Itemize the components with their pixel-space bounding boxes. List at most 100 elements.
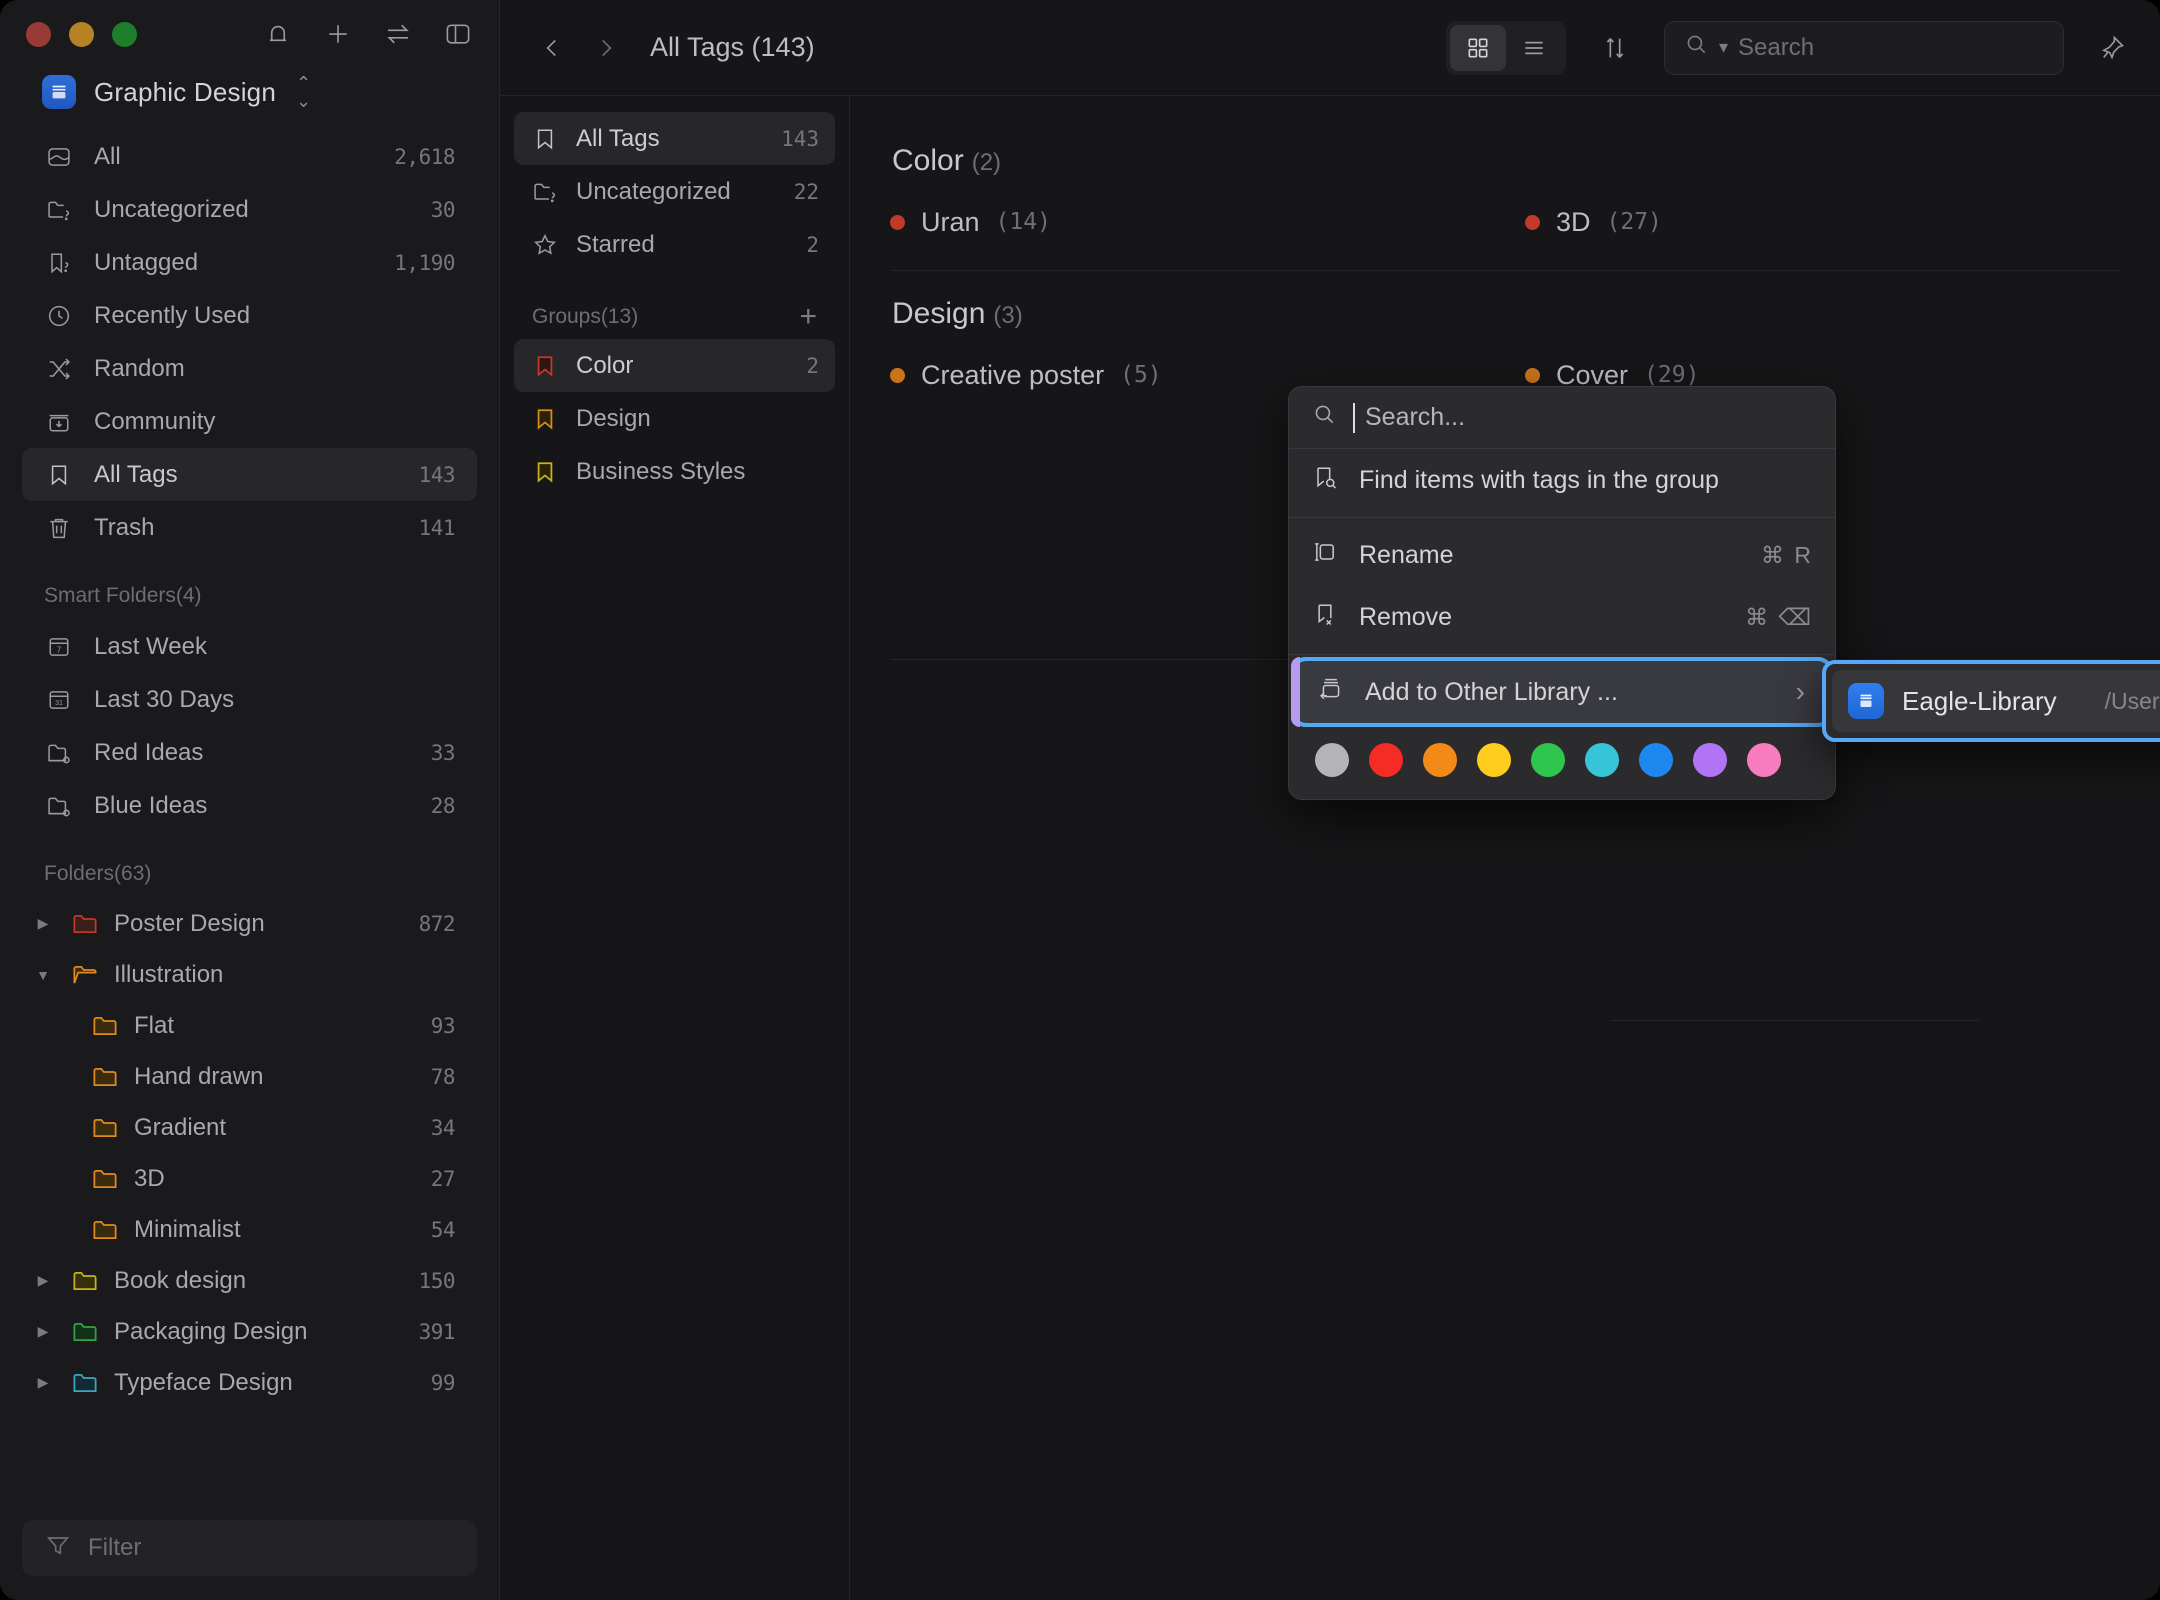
submenu-item-name: Eagle-Library <box>1902 685 2057 716</box>
tag-panel-item-uncategorized[interactable]: Uncategorized 22 <box>514 165 835 218</box>
tag-group-design[interactable]: Design <box>514 392 835 445</box>
main-area: All Tags (143) ▾ Search All Tags 143 Unc… <box>500 0 2160 1600</box>
color-swatch-green[interactable] <box>1531 743 1565 777</box>
sidebar-item-all-tags[interactable]: All Tags 143 <box>22 448 477 501</box>
tag-icon <box>44 460 74 490</box>
context-menu-item-label: Rename <box>1359 540 1454 569</box>
tag-group-color[interactable]: Color 2 <box>514 339 835 392</box>
sidebar-item-count: 143 <box>418 462 456 487</box>
folder-poster-design[interactable]: ▶ Poster Design 872 <box>22 898 477 949</box>
folder-illustration[interactable]: ▼ Illustration <box>22 949 477 1000</box>
community-icon <box>44 407 74 437</box>
folder-icon <box>70 909 100 939</box>
color-swatch-red[interactable] <box>1369 743 1403 777</box>
context-menu-item-find-items[interactable]: Find items with tags in the group <box>1289 449 1835 511</box>
folder-typeface-design[interactable]: ▶ Typeface Design 99 <box>22 1357 477 1408</box>
color-swatch-teal[interactable] <box>1585 743 1619 777</box>
sync-icon[interactable] <box>383 19 413 49</box>
pin-icon[interactable] <box>2090 26 2134 70</box>
zoom-button[interactable] <box>112 21 137 47</box>
folder-icon <box>70 1317 100 1347</box>
folder-3d[interactable]: 3D 27 <box>22 1153 477 1204</box>
sidebar-item-community[interactable]: Community <box>22 395 477 448</box>
disclosure-triangle-icon[interactable]: ▶ <box>30 915 56 932</box>
tag-chip[interactable]: Uran (14) <box>890 200 1485 244</box>
folder-count: 391 <box>418 1319 456 1344</box>
folder-count: 78 <box>430 1064 456 1089</box>
sidebar-item-trash[interactable]: Trash 141 <box>22 501 477 554</box>
remove-tag-icon <box>1311 600 1339 635</box>
search-input[interactable]: ▾ Search <box>1664 20 2064 75</box>
context-menu-search-input[interactable]: Search... <box>1289 387 1835 449</box>
context-menu-item-rename[interactable]: Rename ⌘ R <box>1289 524 1835 586</box>
rename-icon <box>1311 538 1339 573</box>
sidebar-item-all[interactable]: All 2,618 <box>22 130 477 183</box>
context-menu-item-label: Remove <box>1359 602 1453 631</box>
folder-icon <box>90 1215 120 1245</box>
submenu-item-eagle-library[interactable]: Eagle-Library /Users/cndesign/Pictures <box>1832 670 2160 732</box>
forward-button[interactable] <box>584 26 628 70</box>
minimize-button[interactable] <box>69 21 94 47</box>
search-icon <box>1311 401 1337 434</box>
smart-folder-last-30-days[interactable]: 31 Last 30 Days <box>22 673 477 726</box>
context-menu-item-add-to-other-library[interactable]: Add to Other Library ... › <box>1291 657 1833 727</box>
sidebar-item-recently-used[interactable]: Recently Used <box>22 289 477 342</box>
sidebar-item-count: 2,618 <box>394 144 455 169</box>
color-swatch-blue[interactable] <box>1639 743 1673 777</box>
sidebar-item-label: Recently Used <box>94 301 251 329</box>
list-view-icon[interactable] <box>1506 25 1562 71</box>
text-caret <box>1353 402 1355 433</box>
bell-icon[interactable] <box>263 19 293 49</box>
library-switcher[interactable]: Graphic Design ⌃ ⌄ <box>0 68 499 130</box>
color-swatch-yellow[interactable] <box>1477 743 1511 777</box>
close-button[interactable] <box>26 21 51 47</box>
panel-toggle-icon[interactable] <box>443 19 473 49</box>
back-button[interactable] <box>530 26 574 70</box>
sidebar-item-label: All Tags <box>94 460 178 488</box>
folder-minimalist[interactable]: Minimalist 54 <box>22 1204 477 1255</box>
sidebar-item-uncategorized[interactable]: Uncategorized 30 <box>22 183 477 236</box>
library-add-icon <box>1317 675 1345 710</box>
plus-icon[interactable] <box>323 19 353 49</box>
sidebar-item-label: Random <box>94 354 185 382</box>
color-swatch-orange[interactable] <box>1423 743 1457 777</box>
menu-divider <box>1289 654 1835 655</box>
chevron-down-icon[interactable]: ▾ <box>1719 37 1728 58</box>
folder-packaging-design[interactable]: ▶ Packaging Design 391 <box>22 1306 477 1357</box>
smart-folder-red-ideas[interactable]: Red Ideas 33 <box>22 726 477 779</box>
folder-hand-drawn[interactable]: Hand drawn 78 <box>22 1051 477 1102</box>
calendar-31-icon: 31 <box>44 685 74 715</box>
folder-book-design[interactable]: ▶ Book design 150 <box>22 1255 477 1306</box>
plus-icon[interactable]: + <box>799 302 817 332</box>
disclosure-triangle-icon[interactable]: ▶ <box>30 1374 56 1391</box>
sidebar-item-random[interactable]: Random <box>22 342 477 395</box>
disclosure-triangle-icon[interactable]: ▶ <box>30 1323 56 1340</box>
smart-folder-icon <box>44 791 74 821</box>
tag-panel-item-starred[interactable]: Starred 2 <box>514 218 835 271</box>
color-swatch-gray[interactable] <box>1315 743 1349 777</box>
sidebar-item-count: 1,190 <box>394 250 455 275</box>
filter-input[interactable]: Filter <box>22 1520 477 1576</box>
tag-group-business-styles[interactable]: Business Styles <box>514 445 835 498</box>
context-menu-item-remove[interactable]: Remove ⌘ ⌫ <box>1289 586 1835 648</box>
folder-gradient[interactable]: Gradient 34 <box>22 1102 477 1153</box>
color-swatch-pink[interactable] <box>1747 743 1781 777</box>
tag-color-dot <box>890 367 905 383</box>
titlebar-actions <box>263 19 473 49</box>
shuffle-icon <box>44 354 74 384</box>
tag-chip[interactable]: 3D (27) <box>1525 200 2120 244</box>
library-icon <box>1848 683 1884 719</box>
chevron-updown-icon[interactable]: ⌃ ⌄ <box>296 74 311 110</box>
tag-panel-item-all-tags[interactable]: All Tags 143 <box>514 112 835 165</box>
disclosure-triangle-icon[interactable]: ▼ <box>30 967 56 983</box>
sidebar-item-untagged[interactable]: Untagged 1,190 <box>22 236 477 289</box>
sort-icon[interactable] <box>1592 25 1638 71</box>
smart-folder-last-week[interactable]: 7 Last Week <box>22 620 477 673</box>
color-swatch-purple[interactable] <box>1693 743 1727 777</box>
smart-folder-count: 33 <box>430 740 456 765</box>
grid-view-icon[interactable] <box>1450 24 1506 71</box>
tag-label: Uran <box>921 206 980 237</box>
folder-flat[interactable]: Flat 93 <box>22 1000 477 1051</box>
smart-folder-blue-ideas[interactable]: Blue Ideas 28 <box>22 779 477 832</box>
disclosure-triangle-icon[interactable]: ▶ <box>30 1272 56 1289</box>
